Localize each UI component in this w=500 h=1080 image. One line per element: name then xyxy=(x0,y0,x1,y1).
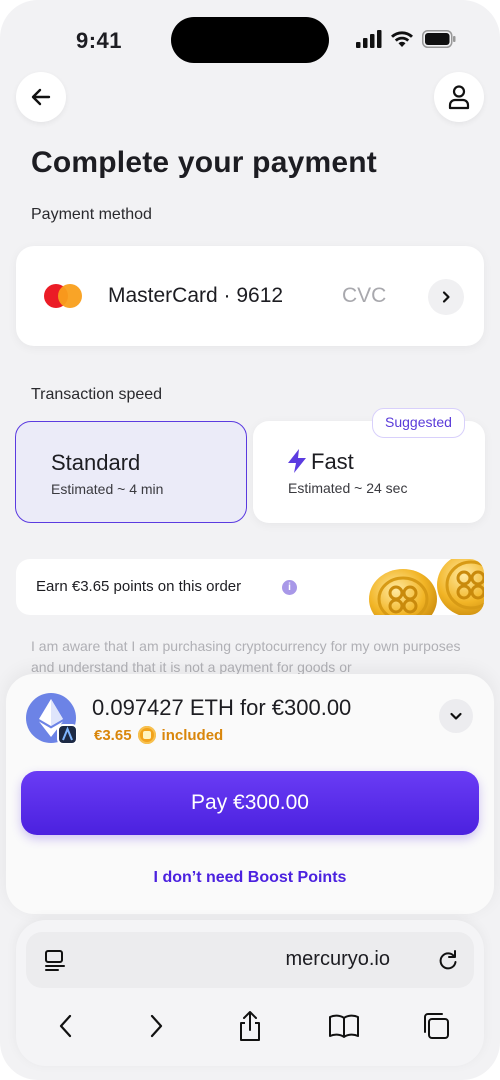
speed-option-estimate: Estimated ~ 4 min xyxy=(51,481,164,497)
earn-points-text: Earn €3.65 points on this order xyxy=(36,578,242,595)
page-title: Complete your payment xyxy=(31,146,377,179)
order-summary-sheet: 0.097427 ETH for €300.00 €3.65 included … xyxy=(6,674,494,914)
tabs-button[interactable] xyxy=(416,1006,456,1046)
bookmarks-button[interactable] xyxy=(324,1006,364,1046)
book-icon xyxy=(329,1014,359,1038)
chevron-right-icon xyxy=(442,291,450,303)
status-icons xyxy=(356,30,456,48)
status-time: 9:41 xyxy=(76,28,123,53)
tabs-icon xyxy=(424,1013,449,1039)
chevron-right-icon xyxy=(150,1014,163,1038)
payment-method-card[interactable]: MasterCard · 9612 CVC xyxy=(16,246,484,346)
share-icon xyxy=(240,1011,260,1041)
suggested-badge: Suggested xyxy=(372,408,465,438)
address-bar[interactable]: mercuryo.io xyxy=(26,932,474,988)
speed-option-name: Standard xyxy=(51,450,141,475)
battery-icon xyxy=(422,30,456,48)
boost-coin-icon xyxy=(137,726,156,744)
payment-method-label: Payment method xyxy=(31,206,152,223)
info-icon[interactable]: i xyxy=(282,580,297,595)
gold-coins-icon xyxy=(369,559,484,615)
ethereum-icon xyxy=(26,693,77,744)
cvc-input[interactable]: CVC xyxy=(342,284,386,308)
earn-points-banner: Earn €3.65 points on this order i xyxy=(16,559,484,615)
transaction-speed-label: Transaction speed xyxy=(31,386,163,403)
no-boost-points-link[interactable]: I don’t need Boost Points xyxy=(6,869,494,887)
reload-icon[interactable] xyxy=(436,948,460,972)
back-button[interactable] xyxy=(16,72,66,122)
mastercard-logo-icon xyxy=(44,284,84,308)
chevron-down-icon xyxy=(450,712,462,720)
speed-option-estimate: Estimated ~ 24 sec xyxy=(288,480,408,496)
signal-icon xyxy=(356,30,382,48)
profile-button[interactable] xyxy=(434,72,484,122)
expand-summary-button[interactable] xyxy=(439,699,473,733)
user-icon xyxy=(448,85,470,110)
browser-back-button[interactable] xyxy=(46,1006,86,1046)
order-amount: 0.097427 ETH for €300.00 xyxy=(92,695,352,720)
pay-button[interactable]: Pay €300.00 xyxy=(21,771,479,835)
lightning-icon xyxy=(288,449,306,473)
dynamic-island xyxy=(171,17,329,63)
speed-option-name: Fast xyxy=(311,449,354,474)
chevron-left-icon xyxy=(59,1014,72,1038)
arrow-left-icon xyxy=(31,88,51,106)
card-name: MasterCard · 9612 xyxy=(108,284,284,307)
card-chevron-button[interactable] xyxy=(428,279,464,315)
boost-included: €3.65 included xyxy=(94,726,223,744)
disclaimer-text: I am aware that I am purchasing cryptocu… xyxy=(31,638,461,675)
browser-forward-button[interactable] xyxy=(136,1006,176,1046)
browser-nav-row xyxy=(16,1006,484,1046)
share-button[interactable] xyxy=(230,1006,270,1046)
browser-toolbar: mercuryo.io xyxy=(16,920,484,1066)
phone-screen: 9:41 Complete your payment Payment metho… xyxy=(0,0,500,1080)
boost-suffix: included xyxy=(161,726,224,744)
wifi-icon xyxy=(391,31,413,47)
url-text: mercuryo.io xyxy=(285,948,390,970)
boost-value: €3.65 xyxy=(94,726,132,744)
speed-option-standard[interactable]: Standard Estimated ~ 4 min xyxy=(15,421,247,523)
